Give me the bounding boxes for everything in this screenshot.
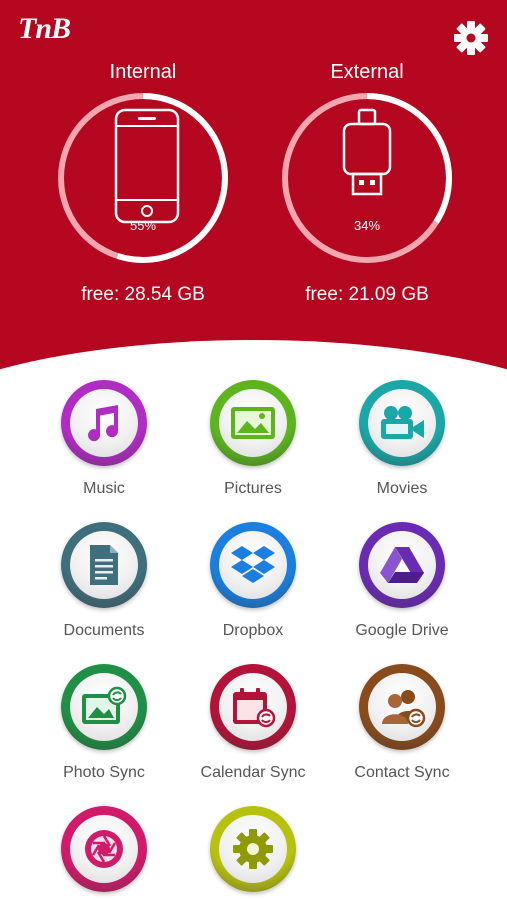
app-label: Google Drive [355,622,449,639]
settings-button[interactable] [210,806,296,892]
pictures-button[interactable] [210,380,296,466]
app-tile-photo-sync[interactable]: Photo Sync [29,664,179,782]
calendar-sync-button[interactable] [210,664,296,750]
external-ring: 34% [279,90,455,266]
app-label: Documents [63,622,145,639]
documents-button[interactable] [61,522,147,608]
music-note-icon [88,405,119,442]
app-label: Dropbox [222,622,284,639]
app-tile-camera[interactable] [29,806,179,900]
dropbox-icon [231,546,275,583]
camera-button[interactable] [61,806,147,892]
internal-free: free: 28.54 GB [81,284,205,305]
app-tile-settings[interactable] [178,806,328,900]
external-percent: 34% [353,218,381,233]
external-title: External [330,61,404,83]
app-tile-google-drive[interactable]: Google Drive [327,522,477,640]
photo-sync-button[interactable] [61,664,147,750]
camera-aperture-icon [85,830,123,868]
contact-sync-button[interactable] [359,664,445,750]
usb-drive-icon [342,108,392,196]
external-free: free: 21.09 GB [305,284,429,305]
video-camera-icon [381,406,424,439]
app-label: Photo Sync [63,764,145,781]
internal-storage[interactable]: Internal 55% free: 28.54 GB [48,58,238,308]
settings-gear-icon[interactable] [453,20,489,56]
app-tile-calendar-sync[interactable]: Calendar Sync [178,664,328,782]
app-label: Contact Sync [354,764,450,781]
app-logo: TnB [18,12,71,45]
movies-button[interactable] [359,380,445,466]
app-tile-music[interactable]: Music [29,380,179,498]
google-drive-icon [380,547,424,583]
app-tile-contact-sync[interactable]: Contact Sync [327,664,477,782]
contact-sync-icon [382,690,426,728]
internal-title: Internal [109,61,177,83]
music-button[interactable] [61,380,147,466]
document-icon [90,545,118,585]
gear-icon [233,829,273,869]
app-label: Calendar Sync [200,764,306,781]
phone-icon [114,108,180,224]
app-label: Movies [376,480,428,497]
picture-icon [231,407,275,439]
calendar-sync-icon [233,688,276,728]
app-tile-movies[interactable]: Movies [327,380,477,498]
photo-sync-icon [82,686,127,724]
app-label: Pictures [224,480,282,497]
app-tile-dropbox[interactable]: Dropbox [178,522,328,640]
internal-percent: 55% [129,218,157,233]
header-curve [0,340,507,380]
google-drive-button[interactable] [359,522,445,608]
app-tile-pictures[interactable]: Pictures [178,380,328,498]
dropbox-button[interactable] [210,522,296,608]
external-storage[interactable]: External 34% free: 21.09 GB [272,58,462,308]
app-tile-documents[interactable]: Documents [29,522,179,640]
internal-ring: 55% [55,90,231,266]
app-label: Music [83,480,125,497]
